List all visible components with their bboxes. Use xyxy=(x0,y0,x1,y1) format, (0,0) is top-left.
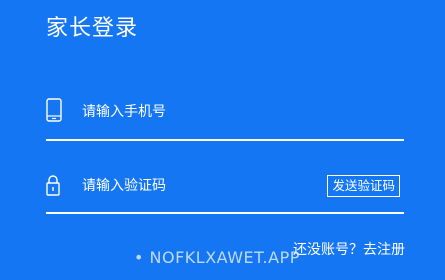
page-title: 家长登录 xyxy=(46,16,139,41)
lock-icon xyxy=(46,174,60,200)
phone-field xyxy=(46,98,404,142)
code-input[interactable] xyxy=(82,175,282,197)
phone-underline xyxy=(46,139,404,141)
phone-input[interactable] xyxy=(82,101,282,123)
register-prompt-text: 还没账号？ xyxy=(293,242,363,258)
code-underline xyxy=(46,212,404,214)
send-code-button[interactable]: 发送验证码 xyxy=(327,175,400,197)
phone-icon xyxy=(46,98,62,126)
watermark: • NOFKLXAWET.APP xyxy=(134,248,300,267)
code-field: 发送验证码 xyxy=(46,172,404,216)
register-prompt: 还没账号？去注册 xyxy=(293,239,405,259)
register-link[interactable]: 去注册 xyxy=(363,242,405,258)
